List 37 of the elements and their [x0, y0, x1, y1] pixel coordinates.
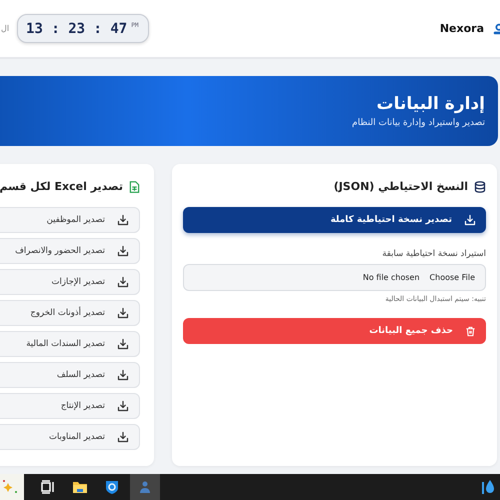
- delete-all-button[interactable]: حذف جميع البيانات: [183, 318, 486, 344]
- export-section-button[interactable]: تصدير الإنتاج: [0, 393, 140, 419]
- download-icon: [117, 276, 129, 288]
- export-backup-button[interactable]: تصدير نسخة احتياطية كاملة: [183, 207, 486, 233]
- download-icon: [117, 369, 129, 381]
- export-section-button[interactable]: تصدير الإجازات: [0, 269, 140, 295]
- file-input[interactable]: No file chosen Choose File: [183, 264, 486, 291]
- download-icon: [117, 400, 129, 412]
- page-subtitle: تصدير واستيراد وإدارة بيانات النظام: [351, 118, 485, 128]
- export-section-button[interactable]: تصدير المناوبات: [0, 424, 140, 450]
- trash-icon: [465, 326, 476, 336]
- export-section-button[interactable]: تصدير أذونات الخروج: [0, 300, 140, 326]
- spreadsheet-icon: [129, 180, 140, 192]
- download-icon: [464, 214, 476, 226]
- download-icon: [117, 307, 129, 319]
- page-title: إدارة البيانات: [376, 94, 485, 114]
- import-label: استيراد نسخة احتياطية سابقة: [381, 249, 486, 259]
- database-icon: [474, 180, 486, 192]
- header-text: ال: [1, 24, 10, 33]
- water-drop-icon[interactable]: [482, 479, 494, 495]
- export-section-button[interactable]: تصدير السندات المالية: [0, 331, 140, 357]
- clock-time: 13 : 23 : 47: [26, 21, 128, 37]
- export-section-button[interactable]: تصدير السلف: [0, 362, 140, 388]
- download-icon: [117, 214, 129, 226]
- shield-icon[interactable]: [104, 479, 120, 495]
- export-section-button[interactable]: تصدير الحضور والانصراف: [0, 238, 140, 264]
- card-title: تصدير Excel لكل قسم: [0, 180, 123, 193]
- task-view-icon[interactable]: [40, 479, 56, 495]
- file-status: No file chosen: [362, 273, 420, 282]
- download-icon: [117, 245, 129, 257]
- folder-icon[interactable]: [72, 479, 88, 495]
- download-icon: [117, 431, 129, 443]
- download-icon: [117, 338, 129, 350]
- choose-file-button[interactable]: Choose File: [430, 273, 475, 282]
- brand-name: Nexora: [440, 22, 484, 35]
- card-title: النسخ الاحتياطي (JSON): [334, 180, 468, 193]
- export-section-button[interactable]: تصدير الموظفين: [0, 207, 140, 233]
